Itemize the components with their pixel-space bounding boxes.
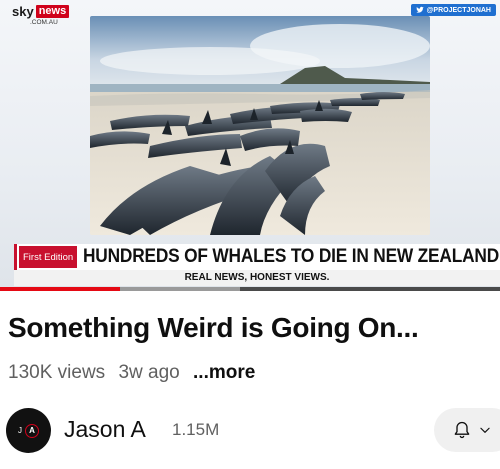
video-progress-bar[interactable] <box>0 287 500 291</box>
logo-news-text: news <box>35 5 70 18</box>
chevron-down-icon <box>480 427 490 433</box>
avatar-letter-left: J <box>18 426 22 435</box>
stranded-whales-photo <box>90 16 430 235</box>
notification-button[interactable] <box>434 408 500 452</box>
first-edition-tag: First Edition <box>19 246 78 268</box>
twitter-handle-text: @PROJECTJONAH <box>426 6 491 14</box>
video-player[interactable]: sky news .COM.AU @PROJECTJONAH First Edi… <box>0 0 500 287</box>
bell-icon <box>454 421 470 439</box>
more-button[interactable]: ...more <box>193 362 255 383</box>
banner-tagline: REAL NEWS, HONEST VIEWS. <box>14 270 500 286</box>
avatar-letter-right: A <box>29 426 35 435</box>
news-banner: First Edition HUNDREDS OF WHALES TO DIE … <box>14 244 500 270</box>
twitter-handle-badge: @PROJECTJONAH <box>410 4 496 16</box>
progress-buffered <box>120 287 240 291</box>
twitter-icon <box>415 6 424 13</box>
subscriber-count: 1.15M <box>172 420 220 439</box>
video-meta[interactable]: 130K views 3w ago ...more <box>8 362 263 384</box>
channel-row: J A Jason A 1.15M <box>0 405 500 455</box>
view-count: 130K views <box>8 362 106 383</box>
video-title: Something Weird is Going On... <box>8 312 419 343</box>
banner-headline: HUNDREDS OF WHALES TO DIE IN NEW ZEALAND <box>83 246 500 267</box>
channel-avatar[interactable]: J A <box>6 408 51 453</box>
logo-sky-text: sky <box>12 4 34 19</box>
upload-age: 3w ago <box>118 362 180 383</box>
sky-news-logo: sky news .COM.AU <box>12 4 70 26</box>
progress-played <box>0 287 120 291</box>
channel-name[interactable]: Jason A <box>64 416 146 443</box>
logo-domain-text: .COM.AU <box>30 19 58 26</box>
avatar-letter-ring: A <box>25 423 39 438</box>
